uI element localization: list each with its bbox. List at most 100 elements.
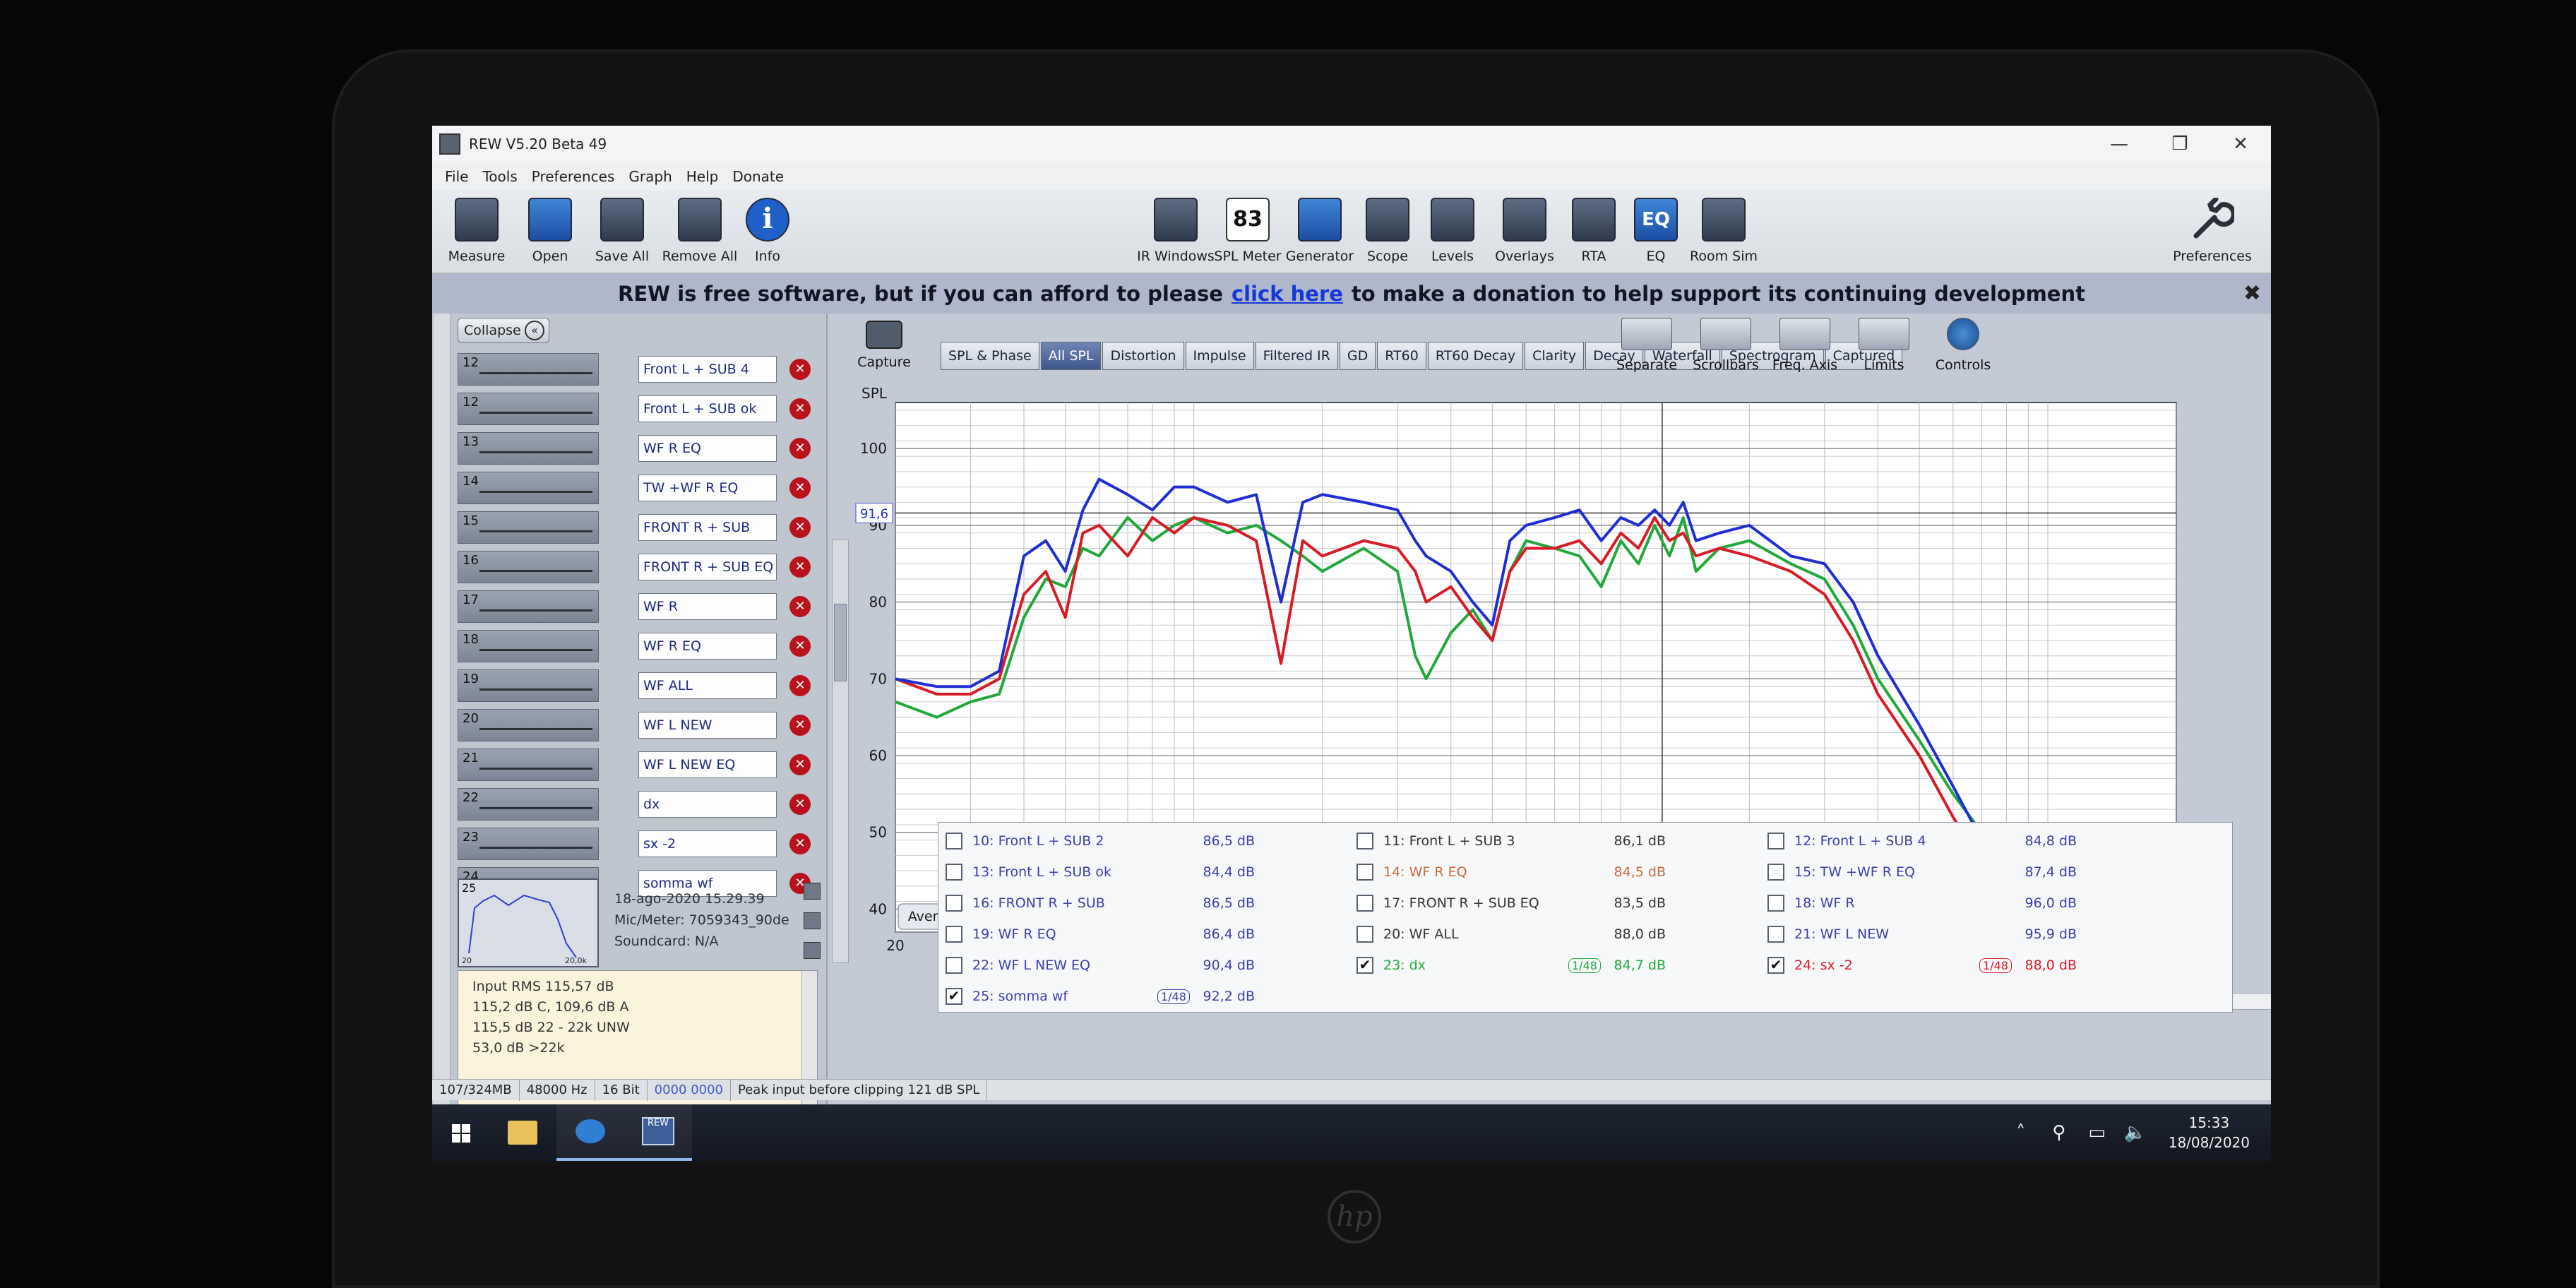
- measurement-thumbnail[interactable]: 23: [458, 828, 599, 860]
- measurement-name-field[interactable]: WF R EQ: [638, 633, 777, 660]
- eq-button[interactable]: EQ EQ: [1617, 195, 1695, 271]
- taskbar-file-explorer[interactable]: [489, 1104, 556, 1161]
- legend-checkbox[interactable]: [946, 833, 962, 849]
- measurement-name-field[interactable]: WF L NEW EQ: [638, 751, 777, 778]
- network-icon[interactable]: ⚲: [2047, 1121, 2071, 1145]
- legend-item[interactable]: 14: WF R EQ 84,5 dB: [1356, 857, 1666, 888]
- measurement-row[interactable]: 12 Front L + SUB ok ✕: [458, 390, 818, 429]
- delete-measurement-icon[interactable]: ✕: [789, 398, 811, 419]
- menu-donate[interactable]: Donate: [732, 168, 784, 185]
- measurement-thumbnail[interactable]: 17: [458, 590, 599, 623]
- legend-checkbox[interactable]: [1356, 833, 1373, 849]
- legend-checkbox[interactable]: [946, 957, 962, 974]
- menu-tools[interactable]: Tools: [482, 168, 517, 185]
- legend-item[interactable]: 21: WF L NEW 95,9 dB: [1767, 919, 2077, 950]
- measure-button[interactable]: Measure: [438, 195, 515, 271]
- measurement-row[interactable]: 23 sx -2 ✕: [458, 825, 818, 864]
- legend-checkbox[interactable]: ✔: [1356, 957, 1373, 974]
- measurement-thumbnail[interactable]: 12: [458, 353, 599, 386]
- save-measurement-icon[interactable]: [804, 883, 821, 900]
- donation-link[interactable]: click here: [1232, 282, 1343, 306]
- measurement-thumbnail[interactable]: 14: [458, 472, 599, 504]
- measurement-thumbnail[interactable]: 21: [458, 749, 599, 781]
- measurement-thumbnail[interactable]: 15: [458, 511, 599, 544]
- legend-checkbox[interactable]: ✔: [1767, 957, 1784, 974]
- legend-checkbox[interactable]: [1356, 864, 1373, 881]
- menu-help[interactable]: Help: [686, 168, 719, 185]
- volume-icon[interactable]: 🔈: [2123, 1121, 2147, 1145]
- delete-measurement-icon[interactable]: ✕: [789, 596, 811, 617]
- measurement-thumbnail[interactable]: 18: [458, 630, 599, 662]
- close-button[interactable]: ✕: [2210, 126, 2271, 162]
- legend-item[interactable]: 13: Front L + SUB ok 84,4 dB: [946, 857, 1255, 888]
- selected-measurement-thumbnail[interactable]: 25 20 20,0k: [458, 878, 599, 967]
- taskbar-rew[interactable]: REW: [624, 1104, 692, 1161]
- measurement-row[interactable]: 14 TW +WF R EQ ✕: [458, 469, 818, 508]
- legend-checkbox[interactable]: ✔: [946, 988, 962, 1005]
- measurement-name-field[interactable]: FRONT R + SUB: [638, 514, 777, 541]
- delete-measurement-icon[interactable]: ✕: [789, 636, 811, 657]
- legend-item[interactable]: 10: Front L + SUB 2 86,5 dB: [946, 825, 1255, 857]
- info-button[interactable]: i Info: [729, 195, 806, 271]
- delete-measurement-icon[interactable]: ✕: [789, 754, 811, 775]
- legend-checkbox[interactable]: [946, 895, 962, 912]
- legend-item[interactable]: 16: FRONT R + SUB 86,5 dB: [946, 888, 1255, 919]
- open-button[interactable]: Open: [511, 195, 589, 271]
- measurement-row[interactable]: 21 WF L NEW EQ ✕: [458, 746, 818, 785]
- delete-measurement-icon[interactable]: ✕: [789, 675, 811, 696]
- delete-measurement-icon[interactable]: ✕: [789, 715, 811, 736]
- menu-file[interactable]: File: [445, 168, 468, 185]
- minimize-button[interactable]: —: [2089, 126, 2149, 162]
- measurement-row[interactable]: 13 WF R EQ ✕: [458, 429, 818, 469]
- legend-checkbox[interactable]: [1767, 895, 1784, 912]
- legend-item[interactable]: 12: Front L + SUB 4 84,8 dB: [1767, 825, 2077, 857]
- delete-measurement-icon[interactable]: ✕: [789, 794, 811, 815]
- measurement-row[interactable]: 18 WF R EQ ✕: [458, 627, 818, 667]
- freq-axis-button[interactable]: Freq. Axis: [1763, 318, 1847, 381]
- smoothing-tag[interactable]: 1/48: [1568, 958, 1601, 973]
- smoothing-tag[interactable]: 1/48: [1157, 989, 1190, 1004]
- measurement-name-field[interactable]: dx: [638, 791, 777, 818]
- preferences-button[interactable]: Preferences: [2173, 195, 2252, 271]
- capture-button[interactable]: Capture: [842, 321, 926, 384]
- tab-distortion[interactable]: Distortion: [1102, 342, 1184, 370]
- measurement-thumbnail[interactable]: 20: [458, 709, 599, 741]
- spl-meter-button[interactable]: 83 SPL Meter: [1209, 195, 1287, 271]
- tab-impulse[interactable]: Impulse: [1185, 342, 1254, 370]
- donation-close-icon[interactable]: ✖: [2243, 281, 2261, 306]
- measurement-name-field[interactable]: sx -2: [638, 830, 777, 857]
- measurement-name-field[interactable]: WF ALL: [638, 672, 777, 699]
- overlays-button[interactable]: Overlays: [1486, 195, 1563, 271]
- delete-measurement-icon[interactable]: ✕: [789, 517, 811, 538]
- delete-measurement-icon[interactable]: ✕: [789, 359, 811, 380]
- ir-windows-button[interactable]: IR Windows: [1137, 195, 1215, 271]
- legend-checkbox[interactable]: [946, 926, 962, 943]
- legend-item[interactable]: ✔ 25: somma wf 1/48 92,2 dB: [946, 981, 1255, 1012]
- measurement-info-icon[interactable]: [804, 942, 821, 959]
- measurement-row[interactable]: 12 Front L + SUB 4 ✕: [458, 350, 818, 390]
- delete-measurement-icon[interactable]: ✕: [789, 833, 811, 854]
- legend-checkbox[interactable]: [1356, 926, 1373, 943]
- legend-item[interactable]: ✔ 24: sx -2 1/48 88,0 dB: [1767, 950, 2077, 981]
- delete-measurement-icon[interactable]: ✕: [789, 556, 811, 578]
- controls-gear-button[interactable]: Controls: [1921, 318, 2005, 381]
- edit-notes-icon[interactable]: [804, 912, 821, 929]
- legend-checkbox[interactable]: [1767, 833, 1784, 849]
- measurement-row[interactable]: 22 dx ✕: [458, 785, 818, 825]
- measurement-thumbnail[interactable]: 22: [458, 788, 599, 821]
- chevron-up-icon[interactable]: ˄: [2009, 1121, 2033, 1145]
- delete-measurement-icon[interactable]: ✕: [789, 438, 811, 459]
- measurement-thumbnail[interactable]: 19: [458, 669, 599, 702]
- legend-item[interactable]: ✔ 23: dx 1/48 84,7 dB: [1356, 950, 1666, 981]
- tab-filtered-ir[interactable]: Filtered IR: [1255, 342, 1338, 370]
- tab-gd[interactable]: GD: [1339, 342, 1376, 370]
- tab-rt60[interactable]: RT60: [1377, 342, 1426, 370]
- measurements-scrollbar[interactable]: [434, 314, 451, 1126]
- measurement-row[interactable]: 17 WF R ✕: [458, 588, 818, 627]
- legend-item[interactable]: 19: WF R EQ 86,4 dB: [946, 919, 1255, 950]
- maximize-button[interactable]: ❐: [2149, 126, 2210, 162]
- scrollbars-button[interactable]: Scrollbars: [1683, 318, 1768, 381]
- legend-checkbox[interactable]: [946, 864, 962, 881]
- legend-item[interactable]: 17: FRONT R + SUB EQ 83,5 dB: [1356, 888, 1666, 919]
- generator-button[interactable]: Generator: [1281, 195, 1359, 271]
